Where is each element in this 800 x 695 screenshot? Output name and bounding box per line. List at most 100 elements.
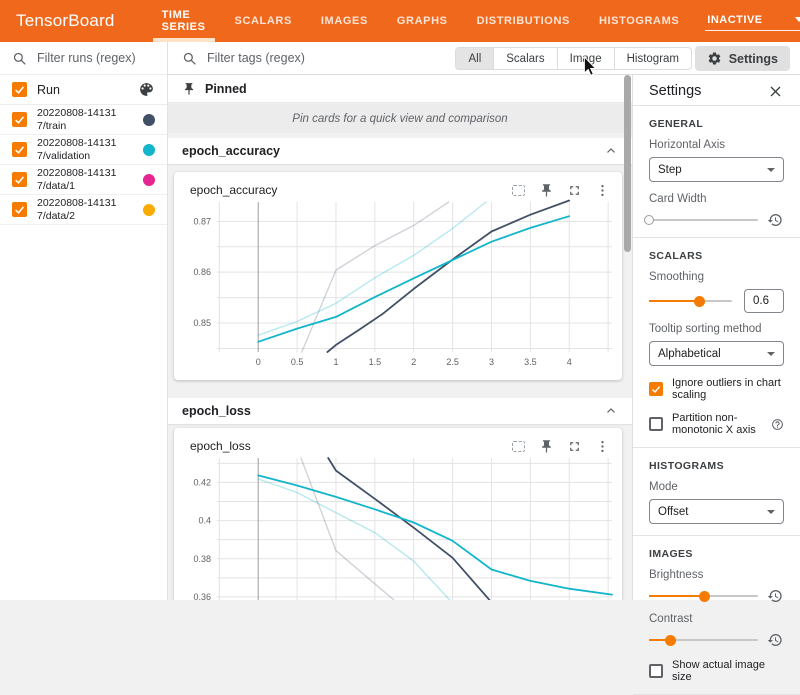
chevron-down-icon bbox=[767, 352, 775, 356]
scalars-heading: SCALARS bbox=[649, 250, 784, 262]
svg-text:3.5: 3.5 bbox=[524, 357, 537, 367]
tooltip-sorting-label: Tooltip sorting method bbox=[649, 323, 784, 335]
reload-status-value: INACTIVE bbox=[707, 14, 762, 26]
section-epoch-accuracy[interactable]: epoch_accuracy bbox=[168, 138, 632, 164]
card-title: epoch_loss bbox=[190, 439, 251, 453]
chip-image[interactable]: Image bbox=[558, 48, 615, 69]
app-header: TensorBoard TIME SERIES SCALARS IMAGES G… bbox=[0, 0, 800, 42]
run-checkbox[interactable] bbox=[12, 202, 27, 217]
card-width-slider[interactable] bbox=[649, 219, 758, 221]
tab-histograms[interactable]: HISTOGRAMS bbox=[596, 0, 682, 42]
more-options-button[interactable] bbox=[594, 438, 610, 454]
run-name: 20220808-141317/validation bbox=[37, 137, 125, 162]
reset-brightness-button[interactable] bbox=[767, 588, 784, 605]
run-row-data2[interactable]: 20220808-141317/data/2 bbox=[0, 195, 167, 225]
tab-images[interactable]: IMAGES bbox=[318, 0, 371, 42]
tab-time-series[interactable]: TIME SERIES bbox=[159, 0, 209, 42]
horizontal-axis-select[interactable]: Step bbox=[649, 157, 784, 182]
tab-scalars[interactable]: SCALARS bbox=[232, 0, 295, 42]
pinned-section-header[interactable]: Pinned bbox=[168, 75, 632, 103]
header-actions: INACTIVE bbox=[705, 12, 800, 31]
section-epoch-loss[interactable]: epoch_loss bbox=[168, 398, 632, 424]
run-row-data1[interactable]: 20220808-141317/data/1 bbox=[0, 165, 167, 195]
svg-text:0.87: 0.87 bbox=[193, 216, 211, 226]
chip-all[interactable]: All bbox=[456, 48, 494, 69]
app-title: TensorBoard bbox=[16, 11, 115, 31]
runs-sidebar: Run 20220808-141317/train 20220808-14131… bbox=[0, 42, 168, 600]
tab-distributions[interactable]: DISTRIBUTIONS bbox=[474, 0, 573, 42]
epoch-accuracy-chart[interactable]: 0.850.860.8700.511.522.533.54 bbox=[174, 198, 622, 376]
run-checkbox[interactable] bbox=[12, 112, 27, 127]
smoothing-slider[interactable] bbox=[649, 300, 732, 302]
brightness-label: Brightness bbox=[649, 569, 784, 581]
run-color-dot bbox=[143, 204, 155, 216]
svg-text:2.5: 2.5 bbox=[446, 357, 459, 367]
partition-x-axis-checkbox[interactable] bbox=[649, 417, 663, 431]
chip-histogram[interactable]: Histogram bbox=[615, 48, 691, 69]
restore-icon bbox=[767, 212, 783, 228]
filter-tags-input[interactable] bbox=[205, 50, 425, 66]
histogram-mode-label: Mode bbox=[649, 481, 784, 493]
fit-to-data-icon bbox=[512, 185, 525, 196]
chevron-down-icon bbox=[767, 168, 775, 172]
epoch-loss-chart[interactable]: 0.360.380.40.4200.511.522.533.54 bbox=[174, 454, 622, 600]
run-color-dot bbox=[143, 114, 155, 126]
histogram-mode-select[interactable]: Offset bbox=[649, 499, 784, 524]
pin-icon bbox=[182, 82, 196, 96]
histograms-heading: HISTOGRAMS bbox=[649, 460, 784, 472]
ignore-outliers-label[interactable]: Ignore outliers in chart scaling bbox=[672, 377, 784, 401]
contrast-slider[interactable] bbox=[649, 639, 758, 641]
reset-card-width-button[interactable] bbox=[767, 212, 784, 229]
show-actual-size-label[interactable]: Show actual image size bbox=[672, 659, 784, 683]
run-color-dot bbox=[143, 144, 155, 156]
settings-button[interactable]: Settings bbox=[695, 46, 790, 71]
fullscreen-button[interactable] bbox=[566, 182, 582, 198]
fullscreen-button[interactable] bbox=[566, 438, 582, 454]
run-color-dot bbox=[143, 174, 155, 186]
show-actual-size-checkbox[interactable] bbox=[649, 664, 663, 678]
fit-to-data-button[interactable] bbox=[510, 438, 526, 454]
pinned-title: Pinned bbox=[205, 82, 247, 96]
partition-x-axis-label[interactable]: Partition non-monotonic X axis bbox=[672, 412, 767, 436]
ignore-outliers-checkbox[interactable] bbox=[649, 382, 663, 396]
filter-runs-input[interactable] bbox=[35, 50, 155, 66]
svg-text:0.38: 0.38 bbox=[193, 554, 211, 564]
reset-contrast-button[interactable] bbox=[767, 632, 784, 649]
close-settings-button[interactable] bbox=[768, 83, 784, 99]
tab-graphs[interactable]: GRAPHS bbox=[394, 0, 451, 42]
reload-status-dropdown[interactable]: INACTIVE bbox=[705, 12, 800, 31]
brightness-slider[interactable] bbox=[649, 595, 758, 597]
horizontal-axis-value: Step bbox=[658, 164, 682, 176]
more-vert-icon bbox=[595, 439, 610, 454]
select-all-runs-checkbox[interactable] bbox=[12, 82, 27, 97]
fullscreen-icon bbox=[567, 183, 582, 198]
palette-icon[interactable] bbox=[138, 81, 155, 98]
runs-header-label: Run bbox=[37, 83, 60, 97]
svg-text:0.4: 0.4 bbox=[198, 516, 211, 526]
run-checkbox[interactable] bbox=[12, 142, 27, 157]
run-row-validation[interactable]: 20220808-141317/validation bbox=[0, 135, 167, 165]
fit-to-data-icon bbox=[512, 441, 525, 452]
runs-header-row: Run bbox=[0, 75, 167, 105]
vertical-scrollbar[interactable] bbox=[624, 75, 631, 252]
tags-toolbar: All Scalars Image Histogram Settings bbox=[168, 42, 800, 75]
chevron-up-icon[interactable] bbox=[604, 144, 618, 158]
pin-card-button[interactable] bbox=[538, 182, 554, 198]
contrast-label: Contrast bbox=[649, 613, 784, 625]
fit-to-data-button[interactable] bbox=[510, 182, 526, 198]
tooltip-sorting-select[interactable]: Alphabetical bbox=[649, 341, 784, 366]
run-checkbox[interactable] bbox=[12, 172, 27, 187]
chevron-up-icon[interactable] bbox=[604, 404, 618, 418]
svg-text:0.85: 0.85 bbox=[193, 318, 211, 328]
close-icon bbox=[768, 84, 783, 99]
more-options-button[interactable] bbox=[594, 182, 610, 198]
run-name: 20220808-141317/data/2 bbox=[37, 197, 125, 222]
smoothing-value-input[interactable] bbox=[744, 289, 784, 313]
help-icon[interactable] bbox=[771, 418, 784, 431]
run-row-train[interactable]: 20220808-141317/train bbox=[0, 105, 167, 135]
chip-scalars[interactable]: Scalars bbox=[494, 48, 557, 69]
card-epoch-accuracy: epoch_accuracy 0.850.860.8700.511.522.53… bbox=[174, 172, 622, 380]
pin-card-button[interactable] bbox=[538, 438, 554, 454]
pinned-empty-message: Pin cards for a quick view and compariso… bbox=[168, 104, 632, 133]
pin-icon bbox=[539, 183, 554, 198]
